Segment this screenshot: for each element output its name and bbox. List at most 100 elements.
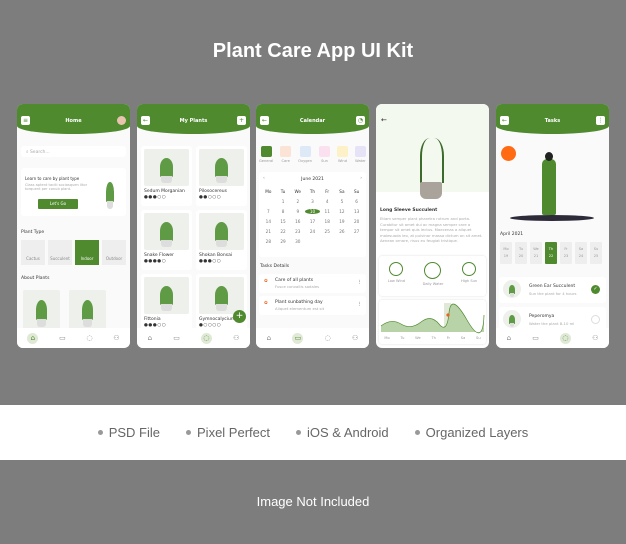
calendar-day[interactable]: 7 [261, 209, 276, 214]
calendar-day[interactable]: 11 [320, 209, 335, 214]
weekday-label: Fr [325, 189, 330, 194]
done-checkbox[interactable]: ✓ [591, 285, 600, 294]
calendar-day[interactable]: 27 [349, 229, 364, 234]
calendar-day[interactable]: 15 [276, 219, 291, 224]
profile-icon[interactable]: ⚇ [233, 334, 239, 342]
bell-icon[interactable]: ◔ [356, 116, 365, 125]
about-plant-card[interactable] [23, 290, 60, 330]
about-plant-card[interactable] [69, 290, 106, 330]
calendar-day[interactable]: 18 [320, 219, 335, 224]
plant-card[interactable]: Fittonia ●●●○○ [141, 274, 192, 334]
add-plant-button[interactable]: + [233, 310, 246, 323]
plant-card[interactable]: Pilosocereus ●●○○○ [196, 146, 247, 206]
week-day[interactable]: We 21 [530, 242, 542, 264]
calendar-icon[interactable]: ▭ [173, 334, 180, 342]
home-icon[interactable]: ⌂ [27, 332, 39, 344]
weekday-label: We [294, 189, 302, 194]
home-icon[interactable]: ⌂ [148, 334, 152, 342]
drop-icon[interactable]: ◌ [200, 332, 212, 344]
plant-image [199, 277, 244, 314]
category-wind[interactable]: Wind [336, 146, 348, 163]
type-succulent[interactable]: Succulent [48, 240, 72, 265]
category-sun[interactable]: Sun [318, 146, 330, 163]
drop-icon[interactable]: ◌ [559, 332, 571, 344]
calendar-day[interactable]: 2 [290, 199, 305, 204]
lets-go-button[interactable]: Let's Go [38, 199, 78, 209]
plant-card[interactable]: Gymnocalycium ●○○○○ [196, 274, 247, 334]
calendar-day[interactable]: 17 [305, 219, 320, 224]
back-icon[interactable]: ← [381, 116, 387, 124]
category-care[interactable]: Care [280, 146, 292, 163]
week-day[interactable]: Su 25 [590, 242, 602, 264]
calendar-day[interactable]: 8 [276, 209, 291, 214]
calendar-icon[interactable]: ▭ [292, 332, 304, 344]
add-icon[interactable]: + [237, 116, 246, 125]
calendar-day[interactable]: 19 [335, 219, 350, 224]
task-item[interactable]: Green Ear Succulent Sun the plant for 4 h… [499, 277, 606, 303]
calendar-day[interactable]: 24 [305, 229, 320, 234]
calendar-icon[interactable]: ▭ [532, 334, 539, 342]
profile-icon[interactable]: ⚇ [592, 334, 598, 342]
chart-day-label: Fr [446, 336, 451, 340]
category-general[interactable]: General [259, 146, 273, 163]
calendar-day[interactable]: 13 [349, 209, 364, 214]
calendar-day[interactable]: 10 [305, 209, 320, 214]
profile-icon[interactable]: ⚇ [113, 334, 119, 342]
calendar-day[interactable]: 25 [320, 229, 335, 234]
calendar-day[interactable]: 20 [349, 219, 364, 224]
calendar-day[interactable]: 22 [276, 229, 291, 234]
next-month-icon[interactable]: › [360, 176, 362, 181]
calendar-day[interactable]: 29 [276, 239, 291, 244]
calendar-day[interactable]: 5 [335, 199, 350, 204]
person-illustration [542, 159, 556, 215]
calendar-day[interactable]: 30 [290, 239, 305, 244]
banner-title: Learn to care by plant type [25, 176, 80, 181]
home-icon[interactable]: ⌂ [267, 334, 271, 342]
category-water[interactable]: Water [354, 146, 366, 163]
calendar-day[interactable]: 12 [335, 209, 350, 214]
calendar-day[interactable]: 23 [290, 229, 305, 234]
week-day[interactable]: Sa 24 [575, 242, 587, 264]
calendar-day[interactable]: 1 [276, 199, 291, 204]
plant-card[interactable]: Snake Flower ●●●●○ [141, 210, 192, 270]
drop-icon[interactable]: ◌ [86, 334, 92, 342]
type-cactus[interactable]: Cactus [21, 240, 45, 265]
type-outdoor[interactable]: Outdoor [102, 240, 126, 265]
calendar-day[interactable]: 14 [261, 219, 276, 224]
category-oxygen[interactable]: Oxygen [298, 146, 312, 163]
calendar-day[interactable]: 3 [305, 199, 320, 204]
search-input[interactable]: ⌕ Search... [21, 146, 126, 157]
calendar-day[interactable]: 6 [349, 199, 364, 204]
day-number: 20 [518, 254, 524, 258]
plant-card[interactable]: Shokan Bonsai ●●●○○ [196, 210, 247, 270]
task-title: Care of all plants [275, 278, 314, 283]
more-icon[interactable]: ⋮ [358, 302, 363, 307]
plant-image [144, 277, 189, 314]
calendar-day[interactable]: 26 [335, 229, 350, 234]
week-day[interactable]: Fr 23 [560, 242, 572, 264]
week-day[interactable]: Mo 19 [500, 242, 512, 264]
done-checkbox[interactable] [591, 315, 600, 324]
screen-title: Tasks [544, 118, 561, 124]
calendar-day[interactable]: 9 [290, 209, 305, 214]
stat-label: High Sun [460, 279, 478, 283]
home-icon[interactable]: ⌂ [507, 334, 511, 342]
calendar-day[interactable]: 21 [261, 229, 276, 234]
week-day[interactable]: Tu 20 [515, 242, 527, 264]
more-icon[interactable]: ⋮ [596, 116, 605, 125]
avatar[interactable] [117, 116, 126, 125]
calendar-day[interactable]: 4 [320, 199, 335, 204]
week-day[interactable]: Th 22 [545, 242, 557, 264]
task-item[interactable]: ✿ Care of all plants Fusce convallis sodal… [259, 274, 366, 293]
stat-ring [389, 262, 404, 276]
calendar-day[interactable]: 16 [290, 219, 305, 224]
profile-icon[interactable]: ⚇ [352, 334, 358, 342]
task-desc: Fusce convallis sodales [275, 284, 320, 289]
calendar-day[interactable]: 28 [261, 239, 276, 244]
plant-card[interactable]: Sedum Morganian ●●●○○ [141, 146, 192, 206]
drop-icon[interactable]: ◌ [325, 334, 331, 342]
task-item[interactable]: ✿ Plant sunbathing day Aliquet elementum e… [259, 296, 366, 315]
type-indoor[interactable]: Indoor [75, 240, 99, 265]
more-icon[interactable]: ⋮ [358, 280, 363, 285]
calendar-icon[interactable]: ▭ [59, 334, 66, 342]
